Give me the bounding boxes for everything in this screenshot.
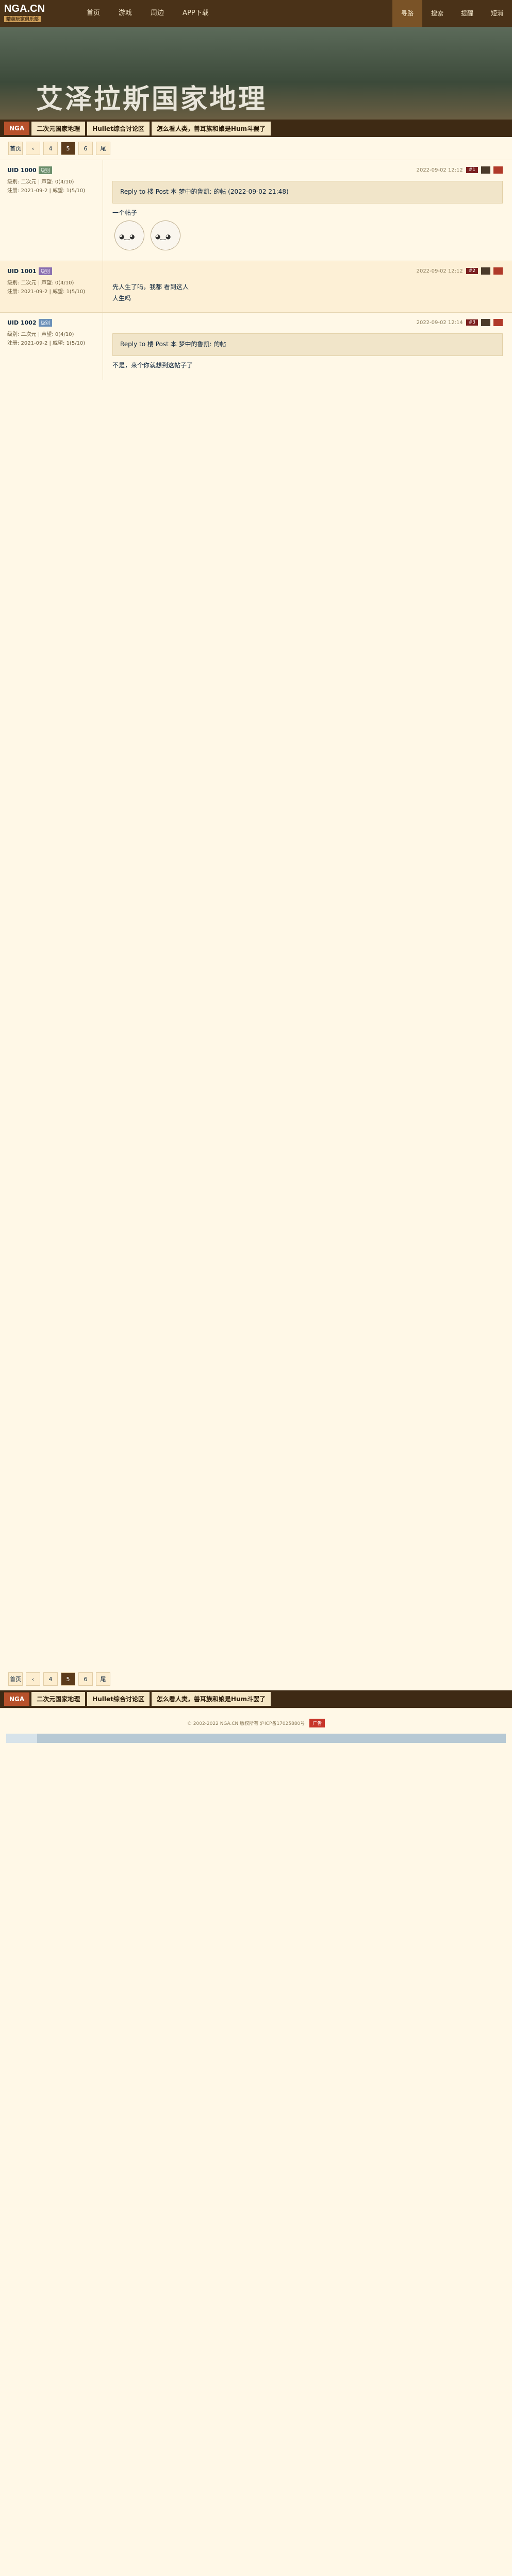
author-row: 注册: 2021-09-2 | 威望: 1(5/10) — [7, 289, 86, 295]
nav-app[interactable]: APP下载 — [173, 0, 218, 27]
username[interactable]: UID 1002 — [7, 319, 37, 326]
breadcrumb-thread[interactable]: 怎么看人类，兽耳族和娘是Hum斗罢了 — [151, 1692, 271, 1706]
site-logo[interactable]: NGA.CN 精英玩家俱乐部 — [0, 0, 77, 27]
user-badge: 级别 — [38, 166, 52, 174]
menu-icon[interactable] — [493, 166, 503, 174]
author-row: 注册: 2021-09-2 | 威望: 1(5/10) — [7, 188, 86, 194]
page-6[interactable]: 6 — [78, 1672, 93, 1686]
nav-search[interactable]: 搜索 — [422, 0, 452, 27]
floor-number: #3 — [466, 319, 478, 326]
nav-games[interactable]: 游戏 — [109, 0, 141, 27]
page-5[interactable]: 5 — [61, 1672, 75, 1686]
post-time: 2022-09-02 12:14 — [416, 319, 463, 326]
author-row: 注册: 2021-09-2 | 威望: 1(5/10) — [7, 341, 86, 347]
post-body: 2022-09-02 12:14 #3 Reply to 楼 Post 本 梦中… — [103, 313, 512, 379]
breadcrumb-forum[interactable]: 二次元国家地理 — [31, 1692, 86, 1706]
logo-subtext: 精英玩家俱乐部 — [4, 16, 41, 22]
username[interactable]: UID 1000 — [7, 167, 37, 174]
scrollbar-thumb[interactable] — [6, 1733, 37, 1743]
quote-block: Reply to 楼 Post 本 梦中的鲁凯: 的帖 — [112, 333, 503, 356]
floor-number: #2 — [466, 268, 478, 275]
page-last[interactable]: 尾 — [96, 142, 110, 155]
user-badge: 级别 — [38, 267, 52, 276]
page-6[interactable]: 6 — [78, 142, 93, 155]
nav-remind[interactable]: 提醒 — [452, 0, 482, 27]
reply-icon[interactable] — [481, 319, 490, 327]
page-last[interactable]: 尾 — [96, 1672, 110, 1686]
forum-banner: 艾泽拉斯国家地理 — [0, 27, 512, 120]
post: UID 1001 级别 级别: 二次元 | 声望: 0(4/10) 注册: 202… — [0, 261, 512, 313]
banner-title: 艾泽拉斯国家地理 — [36, 83, 268, 115]
page-prev[interactable]: ‹ — [26, 1672, 40, 1686]
site-footer: © 2002-2022 NGA.CN 版权所有 沪ICP备17025880号 广… — [0, 1707, 512, 1734]
post-content: Reply to 楼 Post 本 梦中的鲁凯: 的帖 (2022-09-02 … — [112, 181, 503, 252]
post-text: 一个帖子 — [112, 209, 138, 216]
page-4[interactable]: 4 — [43, 1672, 58, 1686]
menu-icon[interactable] — [493, 319, 503, 327]
page-5[interactable]: 5 — [61, 142, 75, 155]
top-nav: 首页 游戏 周边 APP下载 — [77, 0, 392, 27]
post-text: 不是，来个你就想到这帖子了 — [112, 361, 193, 369]
post: UID 1000 级别 级别: 二次元 | 声望: 0(4/10) 注册: 202… — [0, 160, 512, 261]
reply-icon[interactable] — [481, 267, 490, 275]
top-right-actions: 寻路 搜索 提醒 短消 — [392, 0, 512, 27]
menu-icon[interactable] — [493, 267, 503, 275]
post-content: Reply to 楼 Post 本 梦中的鲁凯: 的帖 不是，来个你就想到这帖子… — [112, 333, 503, 371]
horizontal-scrollbar[interactable] — [6, 1733, 506, 1743]
quote-text: Reply to 楼 Post 本 梦中的鲁凯: 的帖 (2022-09-02 … — [120, 188, 289, 195]
breadcrumb: NGA 二次元国家地理 Hullet综合讨论区 怎么看人类，兽耳族和娘是Hum斗… — [0, 120, 512, 137]
post-body: 2022-09-02 12:12 #1 Reply to 楼 Post 本 梦中… — [103, 160, 512, 261]
post-author: UID 1002 级别 级别: 二次元 | 声望: 0(4/10) 注册: 202… — [0, 313, 103, 380]
user-badge: 级别 — [38, 319, 52, 327]
nav-merch[interactable]: 周边 — [141, 0, 173, 27]
page-first[interactable]: 首页 — [8, 1672, 23, 1686]
breadcrumb-forum[interactable]: 二次元国家地理 — [31, 121, 86, 135]
floor-number: #1 — [466, 167, 478, 173]
quote-text: Reply to 楼 Post 本 梦中的鲁凯: 的帖 — [120, 341, 226, 348]
breadcrumb-board[interactable]: Hullet综合讨论区 — [87, 121, 150, 135]
post-text: 人生吗 — [112, 294, 131, 302]
top-bar: NGA.CN 精英玩家俱乐部 首页 游戏 周边 APP下载 寻路 搜索 提醒 短… — [0, 0, 512, 27]
author-row: 级别: 二次元 | 声望: 0(4/10) — [7, 179, 74, 185]
username[interactable]: UID 1001 — [7, 268, 37, 275]
post-time: 2022-09-02 12:12 — [416, 167, 463, 173]
sticker-icon — [150, 221, 180, 251]
quote-block: Reply to 楼 Post 本 梦中的鲁凯: 的帖 (2022-09-02 … — [112, 181, 503, 204]
logo-text: NGA.CN — [4, 3, 45, 14]
footer-ad-badge[interactable]: 广告 — [309, 1718, 325, 1727]
pagination-bottom: 首页 ‹ 4 5 6 尾 — [0, 1668, 512, 1690]
page-prev[interactable]: ‹ — [26, 142, 40, 155]
author-row: 级别: 二次元 | 声望: 0(4/10) — [7, 280, 74, 286]
reply-icon[interactable] — [481, 166, 490, 174]
page-4[interactable]: 4 — [43, 142, 58, 155]
breadcrumb-home[interactable]: NGA — [4, 1692, 30, 1706]
nav-home[interactable]: 首页 — [77, 0, 109, 27]
sticker-icon — [114, 221, 144, 251]
page-first[interactable]: 首页 — [8, 142, 23, 155]
breadcrumb-bottom: NGA 二次元国家地理 Hullet综合讨论区 怎么看人类，兽耳族和娘是Hum斗… — [0, 1690, 512, 1708]
thread-continues — [0, 380, 512, 1668]
nav-find[interactable]: 寻路 — [392, 0, 422, 27]
author-row: 级别: 二次元 | 声望: 0(4/10) — [7, 332, 74, 338]
post-time: 2022-09-02 12:12 — [416, 268, 463, 274]
breadcrumb-thread[interactable]: 怎么看人类，兽耳族和娘是Hum斗罢了 — [151, 121, 271, 135]
post-author: UID 1001 级别 级别: 二次元 | 声望: 0(4/10) 注册: 202… — [0, 261, 103, 313]
breadcrumb-board[interactable]: Hullet综合讨论区 — [87, 1692, 150, 1706]
post-author: UID 1000 级别 级别: 二次元 | 声望: 0(4/10) 注册: 202… — [0, 160, 103, 261]
footer-text: © 2002-2022 NGA.CN 版权所有 沪ICP备17025880号 — [187, 1721, 305, 1726]
post-body: 2022-09-02 12:12 #2 先人生了吗，我都 看到这人 人生吗 — [103, 261, 512, 312]
post-text: 先人生了吗，我都 看到这人 — [112, 283, 189, 291]
post: UID 1002 级别 级别: 二次元 | 声望: 0(4/10) 注册: 202… — [0, 312, 512, 380]
nav-messages[interactable]: 短消 — [482, 0, 512, 27]
breadcrumb-home[interactable]: NGA — [4, 122, 30, 135]
post-content: 先人生了吗，我都 看到这人 人生吗 — [112, 282, 503, 304]
pagination-top: 首页 ‹ 4 5 6 尾 — [0, 137, 512, 160]
